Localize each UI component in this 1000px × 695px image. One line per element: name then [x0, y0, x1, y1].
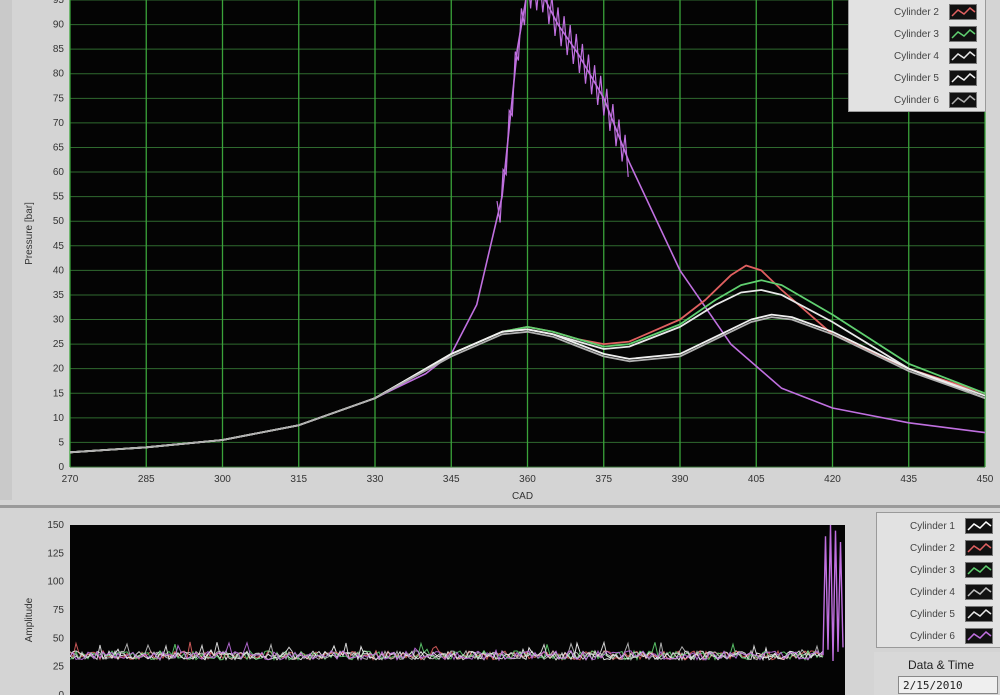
datetime-panel: Data & Time 2/15/2010 [874, 652, 1000, 695]
top-legend: Cylinder 2 Cylinder 3 Cylinder 4 Cylinder 5… [848, 0, 986, 112]
panel-divider [0, 505, 1000, 508]
amp-y-tick-label: 25 [53, 662, 65, 673]
amp-y-tick-label: 0 [58, 690, 64, 695]
top-legend-label: Cylinder 6 [893, 94, 939, 106]
bottom-legend-label: Cylinder 4 [909, 586, 955, 598]
top-legend-item[interactable]: Cylinder 5 [849, 67, 985, 89]
bottom-legend-item[interactable]: Cylinder 1 [877, 515, 1000, 537]
bottom-legend-swatch [965, 584, 993, 600]
top-legend-swatch [949, 70, 977, 86]
bottom-legend-swatch [965, 628, 993, 644]
bottom-legend-swatch [965, 518, 993, 534]
top-legend-swatch [949, 48, 977, 64]
datetime-field[interactable]: 2/15/2010 [898, 676, 998, 694]
amp-y-tick-label: 125 [47, 548, 64, 559]
amp-y-tick-label: 75 [53, 605, 65, 616]
top-legend-swatch [949, 4, 977, 20]
bottom-legend-item[interactable]: Cylinder 2 [877, 537, 1000, 559]
top-legend-item[interactable]: Cylinder 3 [849, 23, 985, 45]
top-legend-swatch [949, 92, 977, 108]
bottom-legend-label: Cylinder 3 [909, 564, 955, 576]
top-legend-label: Cylinder 3 [893, 28, 939, 40]
top-legend-item[interactable]: Cylinder 4 [849, 45, 985, 67]
amp-y-tick-label: 50 [53, 633, 65, 644]
top-legend-item[interactable]: Cylinder 2 [849, 1, 985, 23]
bottom-legend-label: Cylinder 2 [909, 542, 955, 554]
bottom-legend-item[interactable]: Cylinder 6 [877, 625, 1000, 647]
bottom-legend-label: Cylinder 6 [909, 630, 955, 642]
amp-plot-area [70, 525, 845, 695]
bottom-legend-swatch [965, 562, 993, 578]
bottom-legend: Cylinder 1 Cylinder 2 Cylinder 3 Cylinder 4… [876, 512, 1000, 648]
bottom-legend-item[interactable]: Cylinder 3 [877, 559, 1000, 581]
bottom-legend-label: Cylinder 1 [909, 520, 955, 532]
amp-y-axis-label: Amplitude [24, 597, 35, 642]
bottom-legend-item[interactable]: Cylinder 4 [877, 581, 1000, 603]
amp-y-tick-label: 100 [47, 577, 64, 588]
top-legend-label: Cylinder 5 [893, 72, 939, 84]
top-legend-label: Cylinder 4 [893, 50, 939, 62]
top-legend-item[interactable]: Cylinder 6 [849, 89, 985, 111]
top-legend-swatch [949, 26, 977, 42]
bottom-legend-swatch [965, 606, 993, 622]
top-legend-label: Cylinder 2 [893, 6, 939, 18]
bottom-legend-item[interactable]: Cylinder 5 [877, 603, 1000, 625]
amp-y-tick-label: 150 [47, 520, 64, 531]
bottom-legend-swatch [965, 540, 993, 556]
datetime-label: Data & Time [908, 658, 975, 672]
bottom-legend-label: Cylinder 5 [909, 608, 955, 620]
